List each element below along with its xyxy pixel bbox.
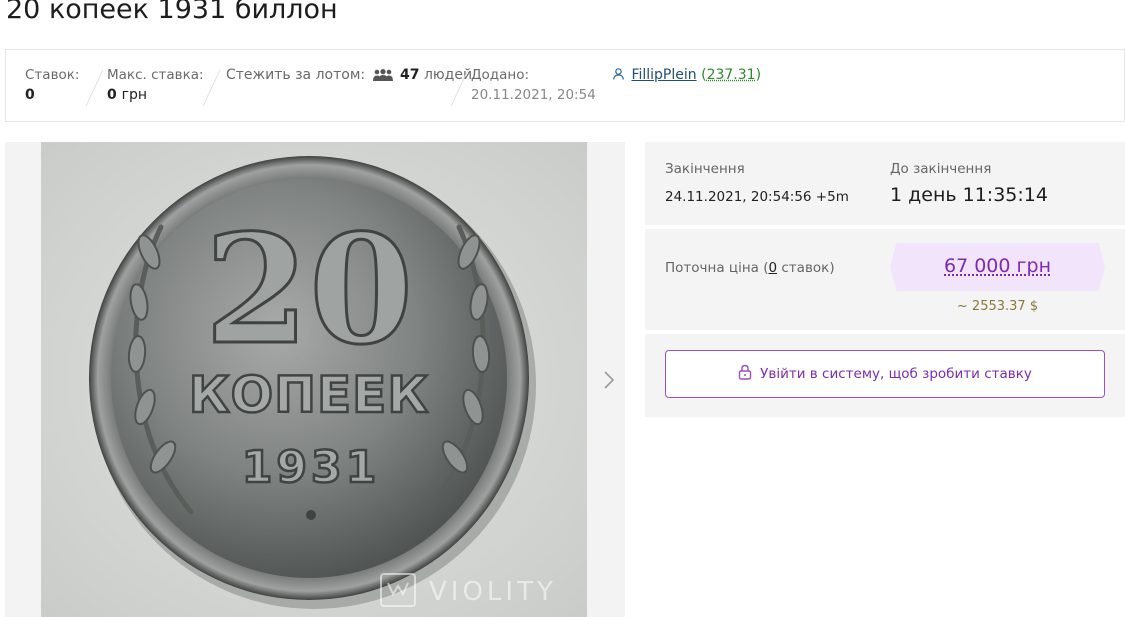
coin-word-text: КОПЕЕК — [189, 366, 429, 424]
current-price-label: Поточна ціна (0 ставок) — [665, 260, 835, 276]
seller-block: FillipPlein (237.31) — [613, 67, 761, 84]
login-to-bid-button[interactable]: Увійти в систему, щоб зробити ставку — [665, 350, 1105, 398]
watchers-block: Стежить за лотом: 47 людей — [226, 67, 472, 85]
coin-value-text: 20 — [205, 202, 414, 378]
remaining-label: До закінчення — [890, 161, 992, 177]
added-label: Додано: — [471, 67, 530, 83]
user-icon — [613, 68, 624, 84]
divider — [202, 70, 221, 106]
watch-label: Стежить за лотом: — [226, 67, 366, 83]
end-label: Закінчення — [665, 161, 745, 177]
max-bid-block: Макс. ставка: 0 грн — [107, 67, 204, 103]
lock-icon — [738, 364, 752, 384]
bids-count-block: Ставок: 0 — [25, 67, 79, 103]
lot-title: 20 копеек 1931 биллон — [6, 0, 338, 25]
remaining-timer: 1 день 11:35:14 — [890, 184, 1048, 206]
seller-rating[interactable]: 237.31 — [707, 67, 756, 83]
added-date: 20.11.2021, 20:54 — [471, 87, 596, 103]
watch-count: 47 — [400, 67, 420, 83]
max-bid-value: 0 — [107, 87, 117, 103]
next-photo-arrow[interactable] — [603, 370, 615, 396]
login-button-label: Увійти в систему, щоб зробити ставку — [760, 366, 1032, 382]
max-bid-unit: грн — [121, 87, 148, 103]
current-price-panel: Поточна ціна (0 ставок) 67 000 грн ~ 255… — [645, 229, 1125, 330]
lot-photo-gallery: 20 КОПЕЕК 1931 VIOLITY — [5, 142, 625, 617]
bids-value: 0 — [25, 87, 35, 103]
watermark-text: VIOLITY — [429, 577, 557, 607]
coin-year-text: 1931 — [242, 442, 380, 493]
max-bid-label: Макс. ставка: — [107, 67, 204, 83]
current-price: 67 000 грн — [944, 255, 1051, 277]
bids-label: Ставок: — [25, 67, 80, 83]
end-value: 24.11.2021, 20:54:56 +5m — [665, 189, 849, 205]
coin-photo[interactable]: 20 КОПЕЕК 1931 VIOLITY — [41, 142, 587, 617]
price-usd: ~ 2553.37 $ — [956, 299, 1039, 314]
added-block: Додано: 20.11.2021, 20:54 — [471, 67, 596, 103]
seller-link[interactable]: FillipPlein — [631, 67, 696, 83]
bids-count-link[interactable]: 0 — [769, 260, 778, 276]
bid-action-panel: Увійти в систему, щоб зробити ставку — [645, 334, 1125, 417]
divider — [85, 70, 104, 106]
people-icon — [372, 69, 393, 85]
lot-info-bar: Ставок: 0 Макс. ставка: 0 грн Стежить за… — [5, 49, 1125, 122]
auction-timing-panel: Закінчення 24.11.2021, 20:54:56 +5m До з… — [645, 142, 1125, 225]
